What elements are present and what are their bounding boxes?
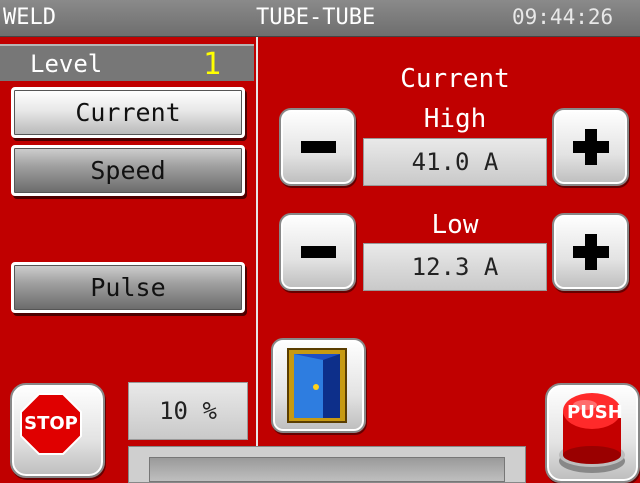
push-label: PUSH	[567, 402, 623, 423]
door-exit-icon	[287, 348, 347, 423]
percent-readout: 10 %	[128, 382, 248, 440]
level-value: 1	[203, 47, 222, 82]
app-mode-label: WELD	[3, 5, 56, 30]
push-button[interactable]: PUSH	[545, 383, 640, 483]
progress-track	[149, 457, 505, 482]
current-mode-button[interactable]: Current	[11, 87, 245, 138]
speed-mode-button[interactable]: Speed	[11, 145, 245, 196]
level-label: Level	[30, 50, 103, 78]
level-indicator: Level 1	[0, 44, 254, 82]
high-current-value: 41.0 A	[363, 138, 547, 186]
stop-button[interactable]: STOP	[10, 383, 105, 478]
current-mode-label: Current	[75, 98, 181, 127]
program-title: TUBE-TUBE	[256, 5, 376, 30]
pulse-mode-button[interactable]: Pulse	[11, 262, 245, 313]
clock: 09:44:26	[512, 5, 614, 29]
low-increase-button[interactable]	[552, 213, 629, 291]
title-bar: WELD TUBE-TUBE 09:44:26	[0, 0, 640, 37]
push-button-icon	[559, 393, 625, 473]
high-increase-button[interactable]	[552, 108, 629, 186]
speed-mode-label: Speed	[90, 156, 166, 185]
high-decrease-button[interactable]	[279, 108, 356, 186]
pulse-mode-label: Pulse	[90, 273, 166, 302]
current-heading: Current	[400, 64, 510, 94]
minus-icon	[301, 246, 336, 258]
exit-button[interactable]	[271, 338, 366, 433]
low-current-value: 12.3 A	[363, 243, 547, 291]
column-divider	[256, 37, 258, 483]
stop-label: STOP	[22, 395, 80, 453]
low-decrease-button[interactable]	[279, 213, 356, 291]
minus-icon	[301, 141, 336, 153]
progress-bar	[128, 446, 526, 483]
low-label: Low	[431, 210, 479, 240]
high-label: High	[423, 104, 487, 134]
